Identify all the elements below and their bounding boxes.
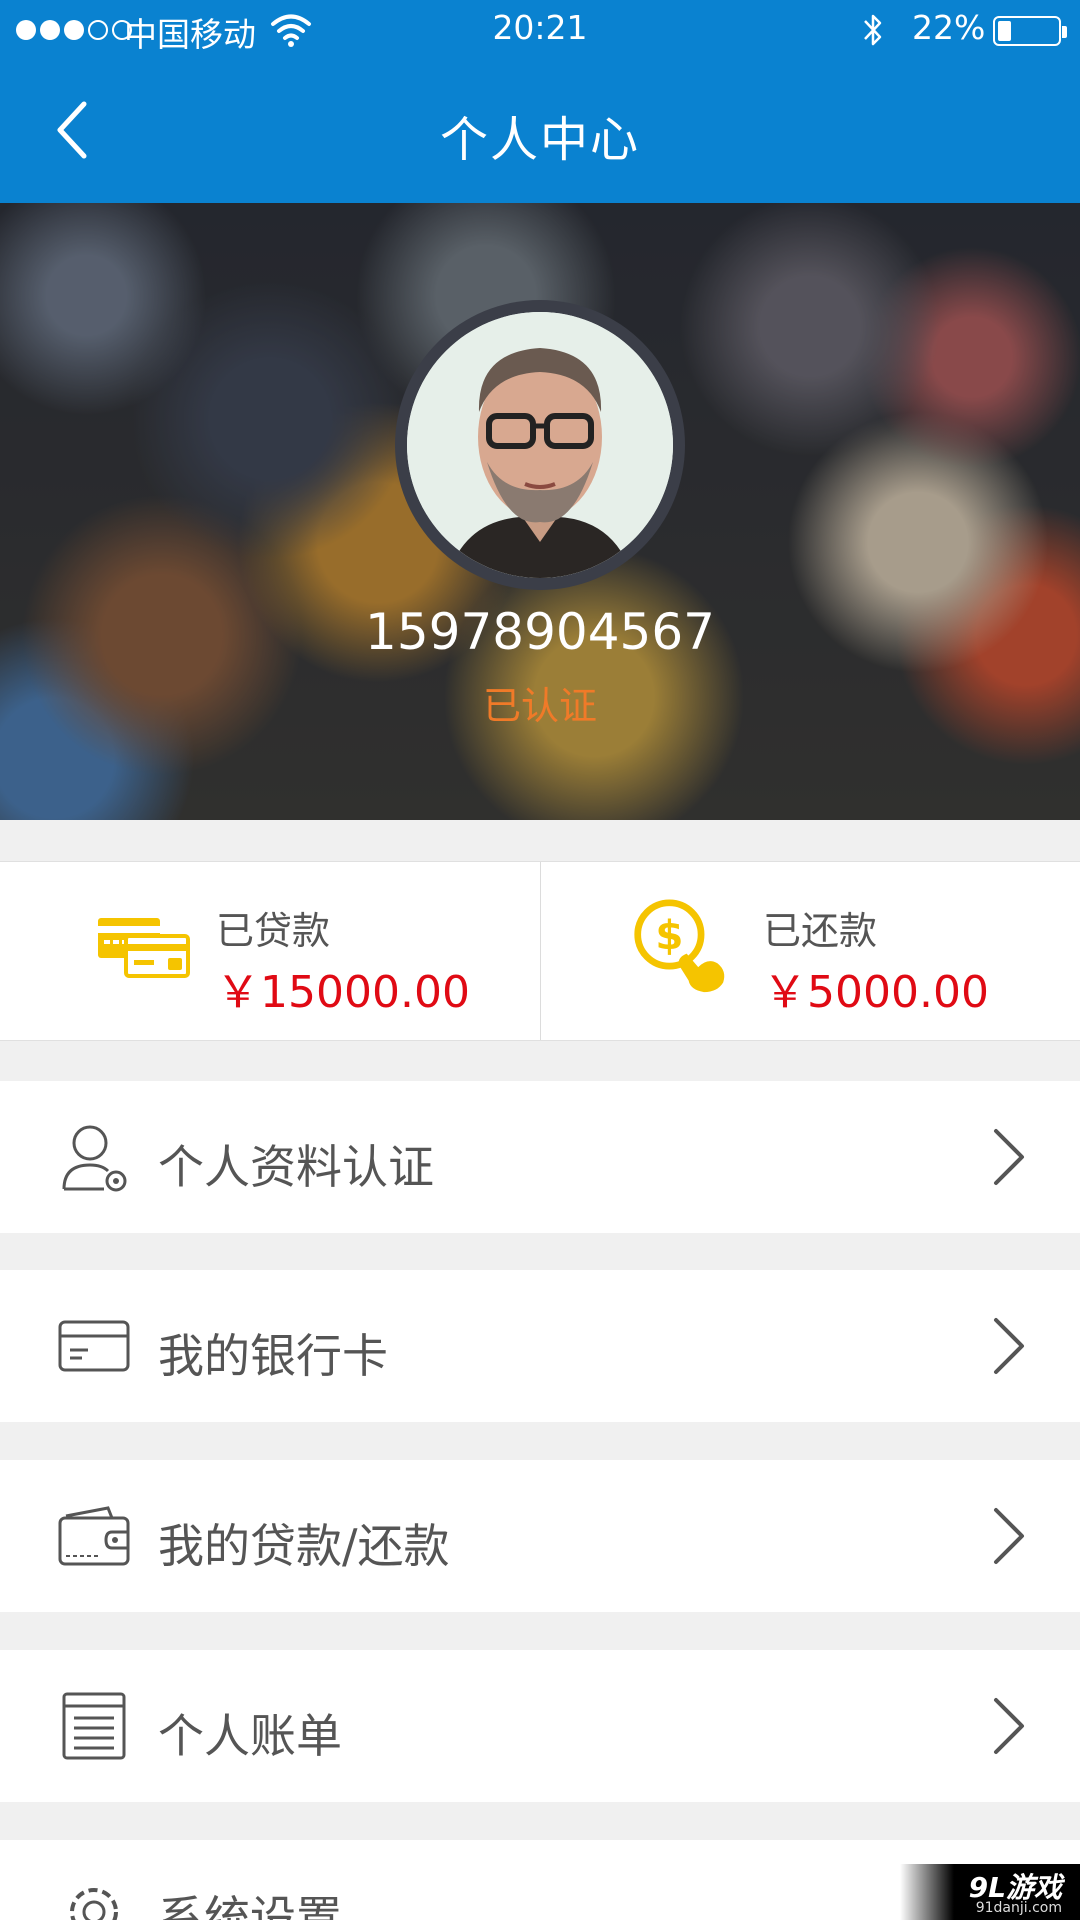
menu-item-profile-verification[interactable]: 个人资料认证 <box>0 1081 1080 1233</box>
dollar-coin-hand-icon: $ <box>634 899 725 993</box>
verification-status: 已认证 <box>482 684 597 728</box>
bill-list-icon <box>62 1692 126 1760</box>
menu-item-bank-cards[interactable]: 我的银行卡 <box>0 1270 1080 1422</box>
battery-fill <box>998 21 1011 41</box>
screen: 中国移动 20:21 22% 个人中心 15978904567 已认证 已贷款 … <box>0 0 1080 1920</box>
battery-percentage: 22% <box>912 8 986 47</box>
loan-stats: 已贷款 ￥15000.00 $ 已还款 ￥5000.00 <box>0 861 1080 1041</box>
page-title: 个人中心 <box>439 112 640 168</box>
phone-number: 15978904567 <box>365 603 715 661</box>
menu-label: 个人账单 <box>158 1709 342 1763</box>
menu-label: 我的银行卡 <box>158 1329 388 1383</box>
wallet-icon <box>58 1506 130 1566</box>
stat-repaid[interactable]: $ 已还款 ￥5000.00 <box>540 862 1080 1040</box>
watermark-url: 91danji.com <box>975 1900 1062 1916</box>
chevron-right-icon <box>994 1318 1024 1374</box>
credit-card-icon <box>98 918 190 978</box>
avatar-image <box>407 312 673 578</box>
menu-label: 系统设置 <box>158 1891 342 1920</box>
borrowed-amount: ￥15000.00 <box>216 967 470 1018</box>
menu-label: 个人资料认证 <box>158 1140 434 1194</box>
chevron-right-icon <box>994 1698 1024 1754</box>
repaid-label: 已还款 <box>763 909 878 953</box>
battery-icon <box>993 16 1067 46</box>
stat-borrowed[interactable]: 已贷款 ￥15000.00 <box>0 862 540 1040</box>
gear-icon <box>70 1888 118 1920</box>
repaid-amount: ￥5000.00 <box>763 967 989 1018</box>
svg-text:$: $ <box>655 912 683 959</box>
site-watermark: 9L游戏 91danji.com <box>900 1864 1080 1920</box>
menu-item-personal-bills[interactable]: 个人账单 <box>0 1650 1080 1802</box>
top-bar: 中国移动 20:21 22% 个人中心 <box>0 0 1080 203</box>
menu-label: 我的贷款/还款 <box>158 1519 450 1573</box>
user-settings-icon <box>62 1125 127 1192</box>
status-bar: 中国移动 20:21 22% <box>0 0 1080 60</box>
menu-item-loans-repayments[interactable]: 我的贷款/还款 <box>0 1460 1080 1612</box>
profile-photo <box>407 312 673 578</box>
chevron-right-icon <box>994 1129 1024 1185</box>
borrowed-label: 已贷款 <box>216 909 331 953</box>
avatar[interactable] <box>395 300 685 590</box>
bluetooth-icon <box>864 14 882 46</box>
bank-card-icon <box>58 1320 130 1372</box>
chevron-right-icon <box>994 1508 1024 1564</box>
